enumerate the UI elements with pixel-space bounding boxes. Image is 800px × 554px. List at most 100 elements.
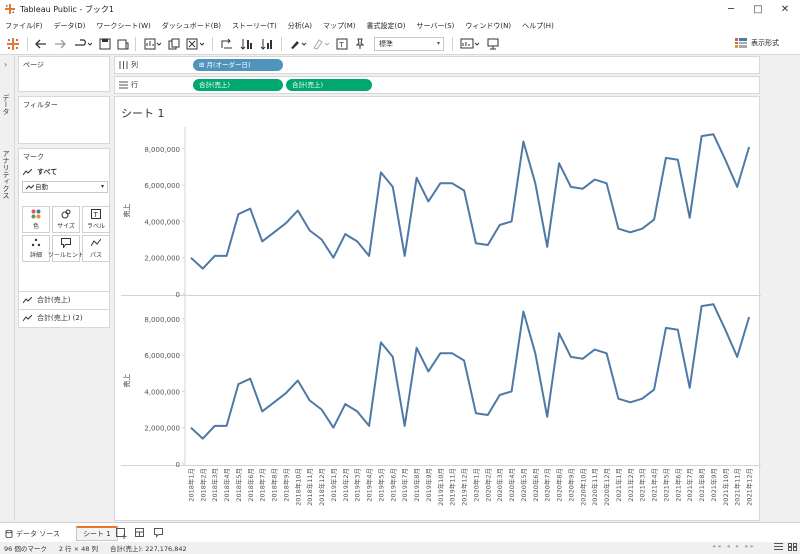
presentation-mode-icon[interactable] <box>458 36 482 52</box>
menu-bar: ファイル(F) データ(D) ワークシート(W) ダッシュボード(B) ストーリ… <box>0 18 800 33</box>
status-marks: 96 個のマーク <box>4 545 47 553</box>
chevron-down-icon: ▾ <box>100 183 104 190</box>
new-dashboard-tab-icon[interactable] <box>135 526 146 541</box>
svg-text:T: T <box>339 41 345 49</box>
close-button[interactable]: ✕ <box>772 0 798 18</box>
sort-ascending-icon[interactable] <box>238 36 256 52</box>
rows-pill-sales-2[interactable]: 合計(売上) <box>286 79 372 91</box>
filters-title: フィルター <box>23 101 58 109</box>
x-tick-label: 2021年4月 <box>650 468 659 502</box>
tab-navigation-arrows-icon[interactable]: ◂◂ ◂ ▸ ▸▸ <box>712 542 756 550</box>
pages-pane[interactable]: ページ <box>18 56 110 92</box>
svg-text:T: T <box>93 211 99 219</box>
label-card[interactable]: T ラベル <box>82 206 110 233</box>
mark-type-select[interactable]: 自動 ▾ <box>22 181 108 193</box>
menu-server[interactable]: サーバー(S) <box>417 21 455 31</box>
measure-row-2[interactable]: 合計(売上) (2) <box>19 309 109 326</box>
columns-shelf[interactable]: 列 ⊞ 月(オーダー日) <box>114 56 760 74</box>
rows-pill-sales-1[interactable]: 合計(売上) <box>193 79 283 91</box>
menu-data[interactable]: データ(D) <box>54 21 86 31</box>
marks-all-label: すべて <box>37 168 58 176</box>
tableau-home-icon[interactable] <box>5 36 21 52</box>
sales-series-line <box>190 133 751 270</box>
y-axis-title: 売上 <box>122 204 131 218</box>
path-card[interactable]: パス <box>82 235 110 262</box>
new-worksheet-icon[interactable] <box>142 36 164 52</box>
x-tick-label: 2021年9月 <box>709 468 718 502</box>
data-tab[interactable]: データ <box>1 94 11 115</box>
menu-window[interactable]: ウィンドウ(N) <box>465 21 511 31</box>
redo-icon[interactable] <box>52 36 68 52</box>
fit-dropdown[interactable]: 標準 ▾ <box>374 37 444 51</box>
duplicate-icon[interactable] <box>166 36 182 52</box>
line-mark-icon <box>23 314 32 321</box>
size-card[interactable]: サイズ <box>52 206 80 233</box>
pin-icon[interactable] <box>352 36 368 52</box>
group-members-icon[interactable] <box>310 36 332 52</box>
rows-shelf[interactable]: 行 合計(売上) 合計(売上) <box>114 76 760 94</box>
maximize-button[interactable]: □ <box>745 0 771 18</box>
highlight-icon[interactable] <box>287 36 309 52</box>
show-me-icon <box>735 38 747 48</box>
sheet1-tab[interactable]: シート 1 <box>76 526 118 541</box>
menu-story[interactable]: ストーリー(T) <box>232 21 277 31</box>
new-story-tab-icon[interactable] <box>154 526 165 541</box>
fit-dropdown-value: 標準 <box>379 40 393 48</box>
x-tick-label: 2021年10月 <box>721 468 730 506</box>
columns-pill-order-month[interactable]: ⊞ 月(オーダー日) <box>193 59 283 71</box>
save-icon[interactable] <box>97 36 113 52</box>
menu-dashboard[interactable]: ダッシュボード(B) <box>162 21 221 31</box>
menu-format[interactable]: 書式設定(O) <box>367 21 406 31</box>
window-title: Tableau Public - ブック1 <box>20 4 114 14</box>
sheet-tab-bar: データ ソース シート 1 <box>0 522 800 542</box>
new-worksheet-tab-icon[interactable] <box>116 526 127 541</box>
menu-worksheet[interactable]: ワークシート(W) <box>96 21 150 31</box>
x-tick-label: 2021年6月 <box>673 468 682 502</box>
new-datasource-icon[interactable] <box>115 36 131 52</box>
x-tick-label: 2020年8月 <box>555 468 564 502</box>
menu-file[interactable]: ファイル(F) <box>5 21 43 31</box>
x-tick-label: 2018年1月 <box>186 468 195 502</box>
swap-rows-columns-icon[interactable] <box>218 36 236 52</box>
filters-pane[interactable]: フィルター <box>18 96 110 144</box>
x-tick-label: 2020年11月 <box>590 468 599 506</box>
sales-line-charts[interactable]: 0 2,000,000 4,000,000 6,000,000 8,000,000 売上 0… <box>115 97 761 522</box>
menu-help[interactable]: ヘルプ(H) <box>522 21 554 31</box>
mark-type-value: 自動 <box>35 183 48 191</box>
x-tick-label: 2019年3月 <box>353 468 362 502</box>
y-tick-label: 4,000,000 <box>144 218 180 226</box>
x-tick-label: 2020年1月 <box>471 468 480 502</box>
clear-sheet-icon[interactable] <box>184 36 208 52</box>
worksheet-view[interactable]: シート 1 0 2,000,000 4,000,000 6,000,000 8,000,… <box>114 96 761 522</box>
detail-card[interactable]: 詳細 <box>22 235 50 262</box>
side-rail: › データ アナリティクス <box>0 56 15 521</box>
marks-all[interactable]: すべて <box>23 167 57 177</box>
datasource-tab[interactable]: データ ソース <box>5 526 60 541</box>
x-tick-label: 2020年2月 <box>483 468 492 502</box>
x-tick-label: 2021年2月 <box>626 468 635 502</box>
x-tick-label: 2018年7月 <box>258 468 267 502</box>
tooltip-card-label: ツールヒント <box>48 252 85 259</box>
x-tick-label: 2020年5月 <box>519 468 528 502</box>
x-tick-label: 2018年6月 <box>246 468 255 502</box>
undo-icon[interactable] <box>33 36 49 52</box>
x-tick-label: 2019年11月 <box>448 468 457 506</box>
device-preview-icon[interactable] <box>485 36 501 52</box>
menu-analysis[interactable]: 分析(A) <box>288 21 312 31</box>
filmstrip-view-icon[interactable] <box>788 543 797 553</box>
tooltip-card[interactable]: ツールヒント <box>48 235 84 262</box>
analytics-tab[interactable]: アナリティクス <box>1 150 11 199</box>
menu-map[interactable]: マップ(M) <box>323 21 356 31</box>
color-card[interactable]: 色 <box>22 206 50 233</box>
y-tick-label: 8,000,000 <box>144 146 180 154</box>
minimize-button[interactable]: ─ <box>718 0 744 18</box>
measure-row-2-label: 合計(売上) (2) <box>37 314 83 322</box>
measure-row-1[interactable]: 合計(売上) <box>19 291 109 308</box>
sort-descending-icon[interactable] <box>258 36 276 52</box>
show-me-button[interactable]: 表示形式 <box>735 38 779 48</box>
swap-data-icon[interactable] <box>72 36 94 52</box>
grid-view-icon[interactable] <box>774 543 783 553</box>
detail-card-label: 詳細 <box>29 252 42 259</box>
show-mark-labels-icon[interactable]: T <box>334 36 350 52</box>
expand-chevron-icon[interactable]: › <box>4 60 7 69</box>
